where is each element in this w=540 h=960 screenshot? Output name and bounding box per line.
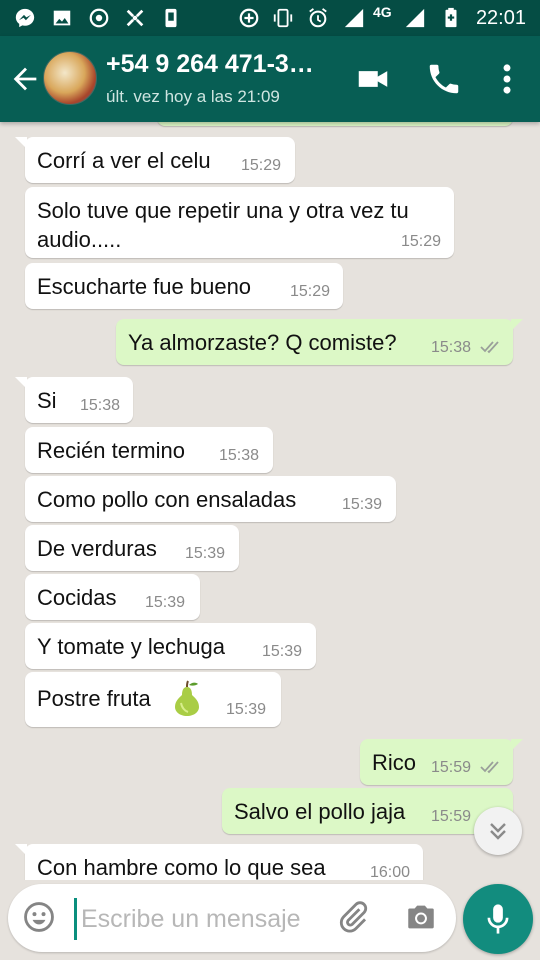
message-text: Con hambre como lo que sea [37,855,326,880]
bubble-tail [511,739,523,751]
chat-header: +54 9 264 471-3… últ. vez hoy a las 21:0… [0,36,540,122]
message-input[interactable] [74,898,339,940]
phone-status-icon [165,8,177,28]
message-bubble-incoming[interactable]: Solo tuve que repetir una y otra vez tu … [25,187,454,258]
message-text: Postre fruta [37,686,151,711]
more-icon[interactable] [488,60,526,98]
contact-name[interactable]: +54 9 264 471-3… [106,50,314,79]
message-time: 15:39 [262,643,303,660]
message-composer [8,884,456,952]
network-type: 4G [373,4,392,20]
message-bubble-incoming[interactable]: Recién termino 15:38 [25,427,273,473]
message-time: 15:38 [219,447,260,464]
data-saver-icon [239,8,259,28]
message-time: 15:29 [401,233,442,250]
read-receipt-icon [480,341,499,354]
alarm-icon [309,8,327,28]
avatar[interactable] [43,51,97,105]
message-time: 15:38 [431,339,472,356]
pear-emoji [175,680,199,716]
message-bubble-incoming[interactable]: Cocidas 15:39 [25,574,200,620]
messenger-icon [15,8,35,28]
scroll-to-bottom-button[interactable] [474,807,522,855]
message-text: Y tomate y lechuga [37,634,225,659]
bubble-tail [15,377,27,389]
message-time: 15:39 [342,496,383,513]
message-text: Ya almorzaste? Q comiste? [128,330,397,355]
message-time: 15:39 [145,594,186,611]
tools-icon [126,9,144,27]
bubble-tail [511,319,523,331]
camera-icon[interactable] [404,900,438,934]
message-time: 16:00 [370,864,411,880]
mic-button[interactable] [463,884,533,954]
call-icon[interactable] [425,60,463,98]
gallery-icon [53,10,71,26]
status-bar: 4G 22:01 [0,0,540,36]
message-bubble-outgoing[interactable]: Salvo el pollo jaja 15:59 [222,788,513,834]
vibrate-icon [273,8,293,28]
back-arrow-icon[interactable] [8,62,42,96]
signal-icon [405,8,425,28]
message-text: Como pollo con ensaladas [37,487,297,512]
message-text: Rico [372,750,417,775]
message-bubble-incoming[interactable]: Escucharte fue bueno 15:29 [25,263,343,309]
video-call-icon[interactable] [354,60,392,98]
message-bubble-incoming[interactable]: Si 15:38 [15,377,133,423]
message-text: Recién termino [37,438,185,463]
signal-icon [344,8,364,28]
read-receipt-icon [480,761,499,774]
bubble-tail [15,844,27,856]
message-text: Escucharte fue bueno [37,274,252,299]
chrome-icon [89,8,109,28]
message-text: Salvo el pollo jaja [234,799,406,824]
message-text: De verduras [37,536,157,561]
message-bubble-outgoing[interactable]: Rico 15:59 [360,739,523,785]
message-time: 15:59 [431,808,472,825]
clock: 22:01 [475,7,526,29]
message-time: 15:39 [185,545,226,562]
message-bubble-outgoing[interactable]: Ya almorzaste? Q comiste? 15:38 [116,319,523,365]
message-time: 15:38 [80,397,121,414]
message-text: Cocidas [37,585,117,610]
emoji-icon[interactable] [22,900,56,934]
battery-charging-icon [445,7,457,28]
message-time: 15:29 [241,157,282,174]
message-text: Solo tuve que repetir una y otra vez tu … [37,198,409,252]
double-chevron-down-icon [490,823,506,840]
message-time: 15:39 [226,701,267,718]
message-bubble-incoming[interactable]: Corrí a ver el celu 15:29 [15,137,295,183]
last-seen[interactable]: últ. vez hoy a las 21:09 [106,87,280,107]
message-text: Corrí a ver el celu [37,148,211,173]
message-time: 15:59 [431,759,472,776]
message-bubble-incoming[interactable]: De verduras 15:39 [25,525,239,571]
message-bubble-incoming[interactable]: Con hambre como lo que sea 16:00 [15,844,423,880]
chat-area[interactable]: Corrí a ver el celu 15:29 Solo tuve que … [0,122,540,880]
message-bubble-incoming[interactable]: Y tomate y lechuga 15:39 [25,623,316,669]
bubble-tail [15,137,27,149]
message-time: 15:29 [290,283,331,300]
attach-icon[interactable] [336,900,370,934]
message-bubble-incoming[interactable]: Postre fruta 15:39 [25,672,281,727]
message-text: Si [37,388,57,413]
message-bubble-incoming[interactable]: Como pollo con ensaladas 15:39 [25,476,396,522]
mic-icon [487,904,509,934]
message-bubble-outgoing[interactable] [157,122,513,126]
